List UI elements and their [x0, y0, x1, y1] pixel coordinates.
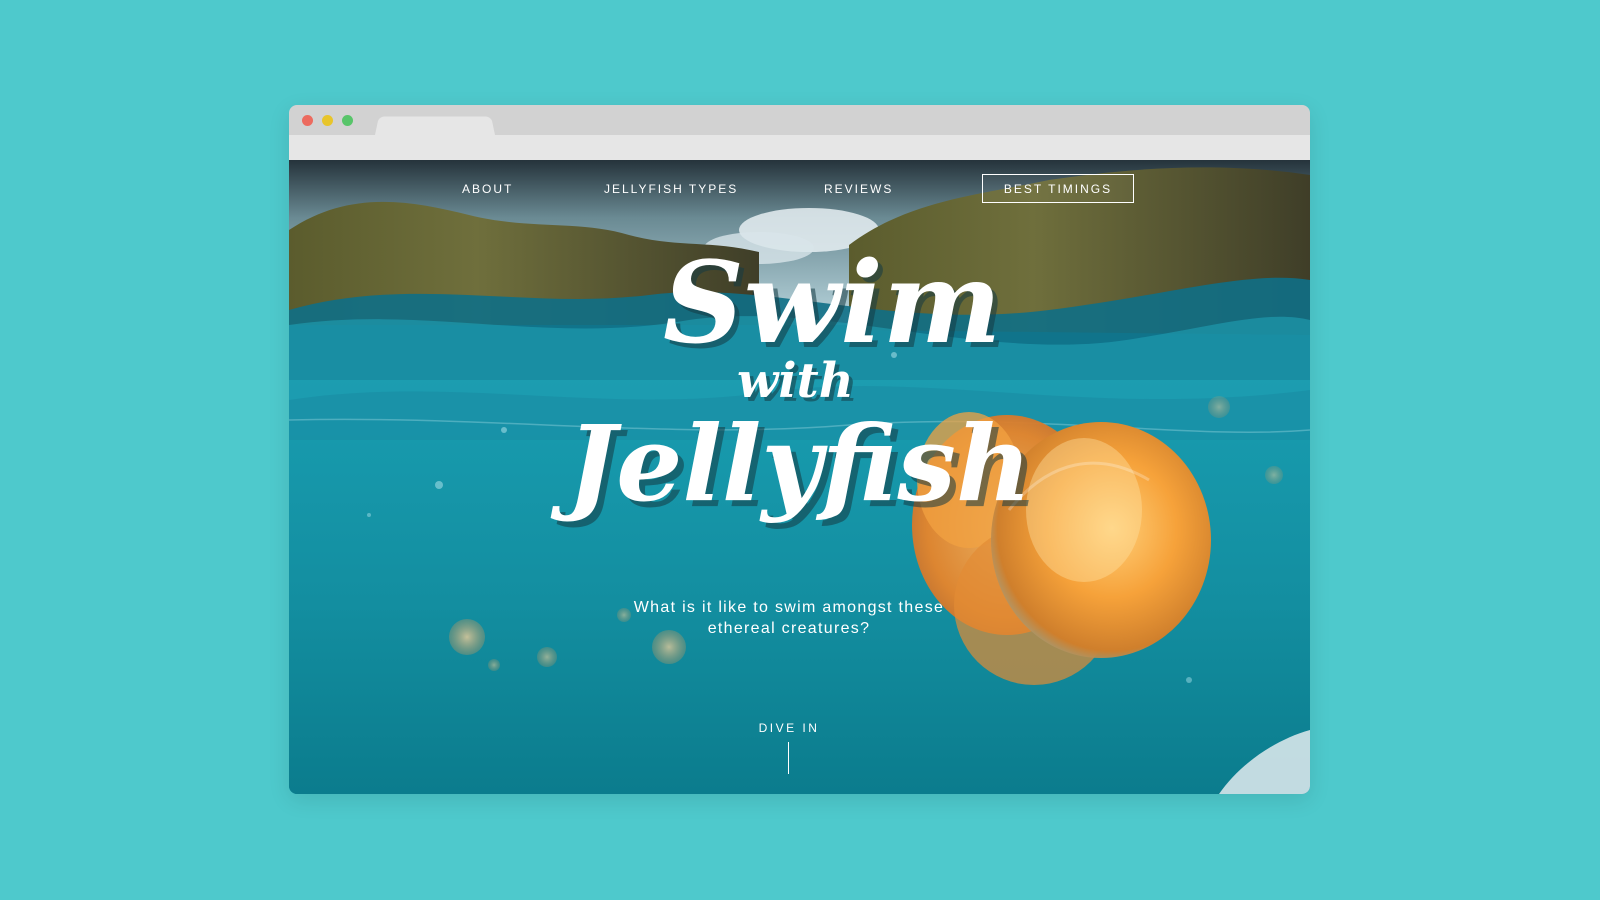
hero-title-line2: with — [737, 353, 854, 409]
hero-title-line1: Swim — [663, 238, 1001, 369]
page-viewport: ABOUT JELLYFISH TYPES REVIEWS BEST TIMIN… — [289, 160, 1310, 794]
hero-subtitle-line1: What is it like to swim amongst these — [633, 599, 945, 616]
hero-subtitle-line2: ethereal creatures? — [707, 620, 871, 637]
minimize-window-icon[interactable] — [322, 115, 333, 126]
dive-in-link[interactable]: DIVE IN — [709, 721, 869, 735]
nav-jellyfish-types-link[interactable]: JELLYFISH TYPES — [604, 182, 738, 196]
top-navigation: ABOUT JELLYFISH TYPES REVIEWS BEST TIMIN… — [289, 160, 1310, 220]
browser-window: ABOUT JELLYFISH TYPES REVIEWS BEST TIMIN… — [289, 105, 1310, 794]
browser-titlebar — [289, 105, 1310, 135]
address-bar[interactable] — [289, 135, 1310, 160]
hero-title: Swim Swim with with Jellyfish Jellyfish — [539, 232, 1059, 552]
browser-tab[interactable] — [375, 116, 495, 135]
nav-about-link[interactable]: ABOUT — [462, 182, 513, 196]
scroll-indicator-line — [788, 742, 789, 774]
hero-subtitle: What is it like to swim amongst these et… — [559, 597, 1019, 639]
best-timings-button[interactable]: BEST TIMINGS — [982, 174, 1134, 203]
nav-reviews-link[interactable]: REVIEWS — [824, 182, 893, 196]
maximize-window-icon[interactable] — [342, 115, 353, 126]
hero-title-line3: Jellyfish — [550, 402, 1032, 525]
close-window-icon[interactable] — [302, 115, 313, 126]
